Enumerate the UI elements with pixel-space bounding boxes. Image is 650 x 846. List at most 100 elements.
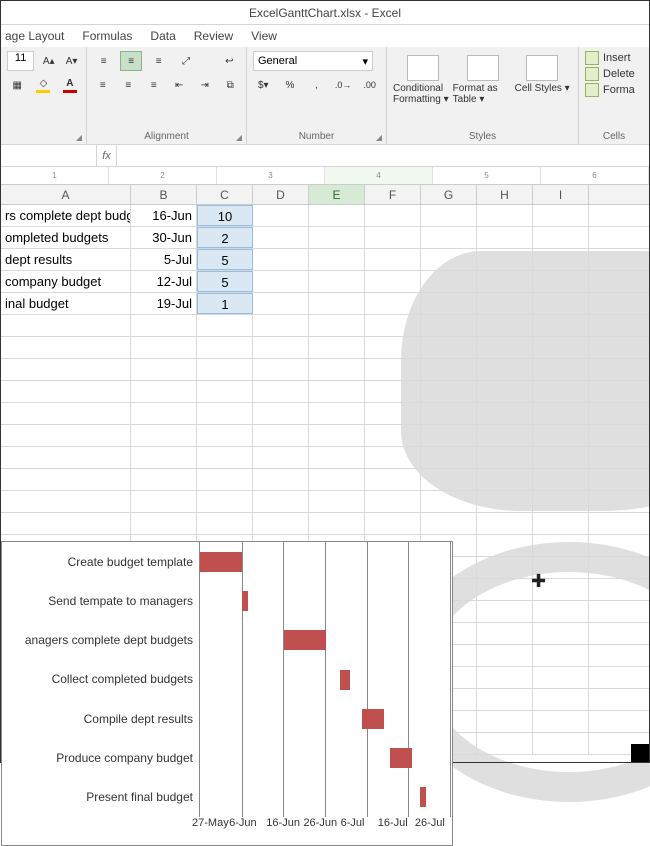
fx-icon[interactable]: fx	[97, 145, 117, 166]
cell[interactable]	[1, 469, 131, 490]
cell[interactable]	[309, 469, 365, 490]
cell[interactable]	[477, 315, 533, 336]
cell[interactable]	[197, 469, 253, 490]
cell[interactable]	[365, 469, 421, 490]
cell[interactable]	[253, 359, 309, 380]
cell[interactable]	[1, 447, 131, 468]
cell[interactable]	[309, 359, 365, 380]
border-icon[interactable]: ▦	[7, 75, 27, 95]
col-header-I[interactable]: I	[533, 185, 589, 204]
wrap-text-icon[interactable]: ↩	[219, 51, 240, 71]
cell[interactable]	[477, 425, 533, 446]
number-format-combo[interactable]: General▾	[253, 51, 373, 71]
cell[interactable]	[309, 491, 365, 512]
cell[interactable]	[533, 623, 589, 644]
cell[interactable]	[197, 403, 253, 424]
cell[interactable]	[421, 447, 477, 468]
cell[interactable]	[421, 491, 477, 512]
cell[interactable]	[253, 249, 309, 270]
cell[interactable]	[131, 315, 197, 336]
cell[interactable]	[477, 205, 533, 226]
cell[interactable]	[309, 447, 365, 468]
cell[interactable]	[309, 227, 365, 248]
cell[interactable]	[533, 645, 589, 666]
cell[interactable]	[131, 403, 197, 424]
cell[interactable]	[477, 381, 533, 402]
cell[interactable]	[365, 249, 421, 270]
cell[interactable]: 5-Jul	[131, 249, 197, 270]
cell[interactable]	[253, 337, 309, 358]
cell[interactable]	[421, 249, 477, 270]
cell[interactable]	[477, 249, 533, 270]
cell[interactable]	[365, 227, 421, 248]
cell[interactable]	[477, 491, 533, 512]
comma-format-icon[interactable]: ,	[306, 75, 327, 95]
delete-cells-button[interactable]: Delete	[585, 67, 643, 81]
cell[interactable]	[309, 403, 365, 424]
cell[interactable]	[131, 513, 197, 534]
cell[interactable]	[533, 315, 589, 336]
font-size-combo[interactable]: 11	[7, 51, 34, 71]
cell[interactable]	[365, 271, 421, 292]
cell[interactable]	[253, 271, 309, 292]
cell[interactable]	[1, 403, 131, 424]
cell[interactable]	[253, 513, 309, 534]
embedded-gantt-chart[interactable]: Create budget templateSend tempate to ma…	[1, 541, 453, 846]
cell[interactable]	[365, 491, 421, 512]
accounting-format-icon[interactable]: $▾	[253, 75, 274, 95]
cell[interactable]	[309, 293, 365, 314]
cell[interactable]	[197, 359, 253, 380]
number-dialog-launcher-icon[interactable]: ◢	[376, 133, 382, 142]
cell[interactable]	[421, 359, 477, 380]
cell[interactable]	[533, 513, 589, 534]
cell[interactable]	[131, 491, 197, 512]
cell[interactable]	[309, 513, 365, 534]
col-header-D[interactable]: D	[253, 185, 309, 204]
cell[interactable]	[421, 315, 477, 336]
align-right-icon[interactable]: ≡	[144, 75, 164, 95]
cell[interactable]	[421, 425, 477, 446]
cell[interactable]: 5	[197, 249, 253, 270]
cell[interactable]	[533, 205, 589, 226]
cell[interactable]	[421, 513, 477, 534]
cell[interactable]: 2	[197, 227, 253, 248]
column-headers[interactable]: ABCDEFGHI	[1, 185, 649, 205]
col-header-C[interactable]: C	[197, 185, 253, 204]
col-header-E[interactable]: E	[309, 185, 365, 204]
col-header-G[interactable]: G	[421, 185, 477, 204]
cell[interactable]	[1, 337, 131, 358]
cell[interactable]	[253, 205, 309, 226]
cell[interactable]	[365, 315, 421, 336]
cell[interactable]	[1, 425, 131, 446]
cell[interactable]: 30-Jun	[131, 227, 197, 248]
cell[interactable]	[197, 425, 253, 446]
cell[interactable]	[131, 469, 197, 490]
cell[interactable]	[533, 689, 589, 710]
insert-cells-button[interactable]: Insert	[585, 51, 643, 65]
cell[interactable]: company budget	[1, 271, 131, 292]
cell[interactable]: 10	[197, 205, 253, 226]
cell[interactable]	[197, 447, 253, 468]
increase-decimal-icon[interactable]: .0→	[333, 75, 354, 95]
cell[interactable]	[477, 535, 533, 556]
percent-format-icon[interactable]: %	[280, 75, 301, 95]
cell[interactable]	[533, 535, 589, 556]
cell[interactable]	[477, 447, 533, 468]
col-header-H[interactable]: H	[477, 185, 533, 204]
cell-styles-button[interactable]: Cell Styles ▾	[512, 51, 572, 105]
cell[interactable]	[477, 557, 533, 578]
cell[interactable]	[533, 403, 589, 424]
cell[interactable]	[477, 689, 533, 710]
cell[interactable]	[477, 711, 533, 732]
cell[interactable]	[1, 491, 131, 512]
cell[interactable]	[533, 249, 589, 270]
cell[interactable]	[1, 359, 131, 380]
cell[interactable]	[477, 337, 533, 358]
gantt-bar[interactable]	[420, 787, 426, 807]
cell[interactable]	[309, 381, 365, 402]
cell[interactable]	[197, 381, 253, 402]
cell[interactable]: 16-Jun	[131, 205, 197, 226]
cell[interactable]	[533, 469, 589, 490]
increase-font-icon[interactable]: A▴	[40, 51, 57, 71]
cell[interactable]	[197, 337, 253, 358]
